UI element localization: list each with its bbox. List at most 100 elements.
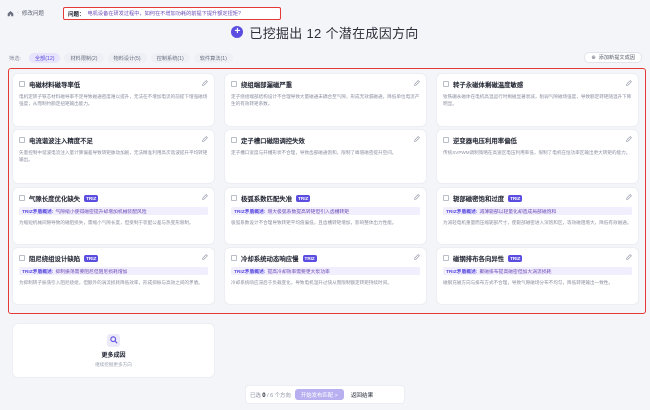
cause-card-header: 冷却系统动态响应慢 TRIZ: [231, 253, 420, 263]
cause-card[interactable]: 极弧系数匹配失准 TRIZ TRIZ矛盾概述: 增大极弧系数提高转矩但引入齿槽转矩 极弧…: [225, 188, 426, 244]
select-checkbox[interactable]: [19, 255, 25, 261]
cause-card-header: 逆变器电压利用率偏低: [443, 135, 632, 145]
select-checkbox[interactable]: [443, 195, 449, 201]
triz-summary: TRIZ矛盾概述: 聚磁排布提高磁密但加大涡流损耗: [443, 267, 632, 275]
more-causes-subtitle: 继续挖掘更多方向: [95, 361, 132, 367]
cause-card-header: 绕组端部漏磁严重: [231, 79, 420, 89]
plus-icon: +: [231, 26, 244, 38]
bottom-action-bar: 已选 0 / 6 个方向 开始发布匹配 > 返回结果: [246, 386, 404, 403]
cause-card[interactable]: 磁钢排布各向异性 TRIZ TRIZ矛盾概述: 聚磁排布提高磁密但加大涡流损耗 磁钢充磁…: [437, 248, 638, 304]
cause-card[interactable]: 冷却系统动态响应慢 TRIZ TRIZ矛盾概述: 提高冷却效率需要更大泵功率 冷却系统响…: [225, 248, 426, 304]
select-checkbox[interactable]: [19, 137, 25, 143]
triz-summary: TRIZ矛盾概述: 气隙缩小使得磁密提升却增加机械装配风险: [19, 207, 208, 215]
triz-label: TRIZ矛盾概述:: [22, 209, 54, 215]
cause-card[interactable]: 阻尼绕组设计缺陷 TRIZ TRIZ矛盾概述: 抑制振荡需要阻尼但阻尼损耗增加 为抑制转…: [13, 248, 214, 304]
question-box[interactable]: 问题： 电机设备在研发过程中，如何在不增加功耗的前提下提升额定扭矩?: [63, 7, 281, 20]
cause-card[interactable]: 轭部磁密饱和过度 TRIZ TRIZ矛盾概述: 减薄轭部以轻量化却造成局部磁饱和 为减轻…: [437, 188, 638, 244]
edit-icon[interactable]: [626, 194, 632, 200]
edit-icon[interactable]: [202, 80, 208, 86]
dig-icon: [107, 333, 120, 347]
triz-text: 气隙缩小使得磁密提升却增加机械装配风险: [55, 209, 147, 215]
more-causes-card[interactable]: 更多成因 继续挖掘更多方向: [13, 324, 214, 377]
add-direction-button[interactable]: ⊕ 添加新提文成因: [584, 52, 642, 63]
select-checkbox[interactable]: [231, 195, 237, 201]
cause-description: 传统SVPWM调制策略在高速区电压利用率低，限制了电机在恒功率区输出更大转矩的能…: [443, 150, 631, 155]
question-text: 电机设备在研发过程中，如何在不增加功耗的前提下提升额定扭矩?: [87, 11, 241, 17]
select-checkbox[interactable]: [443, 81, 449, 87]
cause-card-header: 阻尼绕组设计缺陷 TRIZ: [19, 253, 208, 263]
cause-card[interactable]: 逆变器电压利用率偏低传统SVPWM调制策略在高速区电压利用率低，限制了电机在恒功…: [437, 130, 638, 183]
cause-title: 转子永磁体剩磁温度敏感: [453, 81, 524, 89]
cause-card[interactable]: 定子槽口磁阻调控失效定子槽口宽度与开槽形状不合理，导致齿部磁通饱和，限制了峰值磁…: [225, 130, 426, 183]
triz-text: 聚磁排布提高磁密但加大涡流损耗: [479, 269, 552, 275]
cause-description: 矢量控制中谐波电流注入量计算偏差导致转矩脉动加剧，无法精准利用高次谐波提升平均转…: [19, 150, 208, 162]
cause-card[interactable]: 气隙长度优化缺失 TRIZ TRIZ矛盾概述: 气隙缩小使得磁密提升却增加机械装配风险…: [13, 188, 214, 244]
filter-chip-software[interactable]: 软件算法(1): [193, 53, 233, 63]
triz-label: TRIZ矛盾概述:: [234, 269, 266, 275]
cause-description: 定子槽口宽度与开槽形状不合理，导致齿部磁通饱和，限制了峰值磁密提升空间。: [231, 150, 397, 155]
edit-icon[interactable]: [202, 194, 208, 200]
cause-card[interactable]: 转子永磁体剩磁温度敏感钕铁硼永磁体在电机高温运行时剩磁显著衰减，削弱气隙磁场强度…: [437, 74, 638, 126]
filter-chip-control[interactable]: 控制系统(1): [150, 53, 190, 63]
filter-chip-structure[interactable]: 物料设计(5): [107, 53, 147, 63]
triz-label: TRIZ矛盾概述:: [22, 269, 54, 275]
edit-icon[interactable]: [414, 194, 420, 200]
select-checkbox[interactable]: [231, 255, 237, 261]
cause-description: 为减轻电机重量而压缩轭部尺寸，使轭部磁密进入深饱和区，等效磁阻增大，降低有效磁通…: [443, 220, 632, 225]
triz-summary: TRIZ矛盾概述: 增大极弧系数提高转矩但引入齿槽转矩: [231, 207, 420, 215]
cause-card-header: 磁钢排布各向异性 TRIZ: [443, 253, 632, 263]
triz-text: 增大极弧系数提高转矩但引入齿槽转矩: [267, 209, 350, 215]
cause-card-header: 极弧系数匹配失准 TRIZ: [231, 193, 420, 203]
edit-icon[interactable]: [202, 254, 208, 260]
start-match-button[interactable]: 开始发布匹配 >: [294, 389, 344, 400]
cause-card[interactable]: 电流谐波注入精度不足 矢量控制中谐波电流注入量计算偏差导致转矩脉动加剧，无法精准利…: [13, 130, 214, 183]
filter-chip-material[interactable]: 材料限制(2): [64, 53, 104, 63]
triz-summary: TRIZ矛盾概述: 抑制振荡需要阻尼但阻尼损耗增加: [19, 267, 208, 275]
back-label: 修改问题: [21, 11, 44, 17]
cause-title: 定子槽口磁阻调控失效: [241, 137, 305, 145]
back-button[interactable]: ‹ 修改问题: [7, 9, 44, 17]
edit-icon[interactable]: [626, 80, 632, 86]
edit-icon[interactable]: [414, 136, 420, 142]
cause-description: 钕铁硼永磁体在电机高温运行时剩磁显著衰减，削弱气隙磁场强度，导致额定转矩随温升下…: [443, 94, 632, 106]
cause-title: 冷却系统动态响应慢: [241, 255, 299, 263]
cause-card-header: 电磁材料磁导率低: [19, 79, 208, 89]
cause-card[interactable]: 电磁材料磁导率低电机定转子铁芯材料磁导率不足导致磁通密度难以提升，无法在不增加电…: [13, 74, 214, 126]
select-checkbox[interactable]: [19, 195, 25, 201]
cause-title: 电磁材料磁导率低: [29, 81, 81, 89]
page-title: + 已挖掘出 12 个潜在成因方向: [0, 20, 650, 44]
plus-circle-icon: ⊕: [591, 54, 596, 61]
cause-description: 定子绕组端部结构设计不合理导致大量磁通未耦合至气隙，形成无效漏磁通，降低单位电流…: [231, 94, 420, 106]
select-checkbox[interactable]: [443, 137, 449, 143]
triz-badge: TRIZ: [508, 254, 523, 262]
edit-icon[interactable]: [414, 254, 420, 260]
cause-description: 极弧系数设计不合理导致转矩平均值偏低，且齿槽转矩增加，影响整体出力性能。: [231, 220, 397, 225]
cause-description: 为抑制转子振荡引入阻尼绕组，但额外的涡流损耗降低效率，形成抑振与高效之间的矛盾。: [19, 280, 203, 285]
filter-chip-all[interactable]: 全部(12): [28, 53, 61, 63]
select-checkbox[interactable]: [231, 137, 237, 143]
triz-text: 抑制振荡需要阻尼但阻尼损耗增加: [55, 269, 128, 275]
return-results-button[interactable]: 返回结果: [351, 391, 373, 399]
headline-title: 已挖掘出 12 个潜在成因方向: [249, 25, 419, 41]
cause-title: 极弧系数匹配失准: [241, 195, 293, 203]
edit-icon[interactable]: [202, 136, 208, 142]
cause-title: 气隙长度优化缺失: [29, 195, 81, 203]
edit-icon[interactable]: [414, 80, 420, 86]
cause-title: 阻尼绕组设计缺陷: [29, 255, 81, 263]
cause-description: 磁钢充磁方向与排布方式不合理，导致气隙磁场分布不均匀，降低转矩输出一致性。: [443, 280, 613, 285]
triz-text: 提高冷却效率需要更大泵功率: [267, 269, 330, 275]
cause-description: 为缩短机械间隙导致的磁阻损失，需缩小气隙长度，但受制于装配公差与热变形限制。: [19, 220, 194, 225]
cause-title: 绕组端部漏磁严重: [241, 81, 293, 89]
cause-description: 电机定转子铁芯材料磁导率不足导致磁通密度难以提升，无法在不增加电流的前提下增强磁…: [19, 94, 208, 106]
question-label: 问题：: [68, 11, 85, 18]
select-checkbox[interactable]: [443, 255, 449, 261]
separator: ‹: [17, 10, 19, 16]
triz-label: TRIZ矛盾概述:: [234, 209, 266, 215]
selected-count: 0: [262, 392, 266, 399]
cause-card[interactable]: 绕组端部漏磁严重定子绕组端部结构设计不合理导致大量磁通未耦合至气隙，形成无效漏磁…: [225, 74, 426, 126]
edit-icon[interactable]: [626, 254, 632, 260]
select-checkbox[interactable]: [231, 81, 237, 87]
cause-card-header: 轭部磁密饱和过度 TRIZ: [443, 193, 632, 203]
edit-icon[interactable]: [626, 136, 632, 142]
select-checkbox[interactable]: [19, 81, 25, 87]
